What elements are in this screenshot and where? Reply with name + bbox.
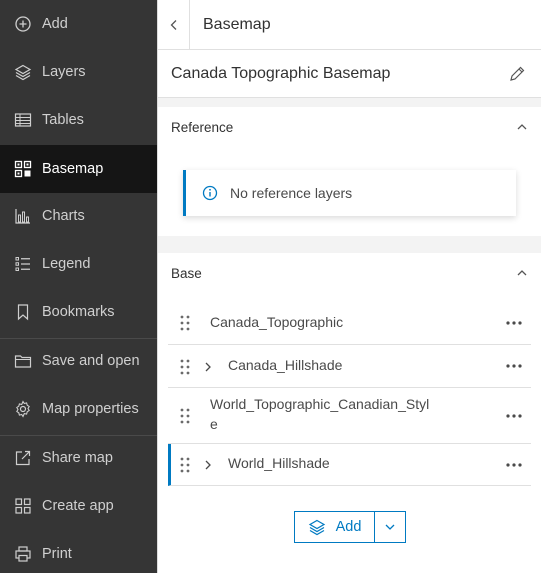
sidebar-item-label: Create app [42,498,114,514]
drag-handle-icon[interactable] [179,315,191,331]
add-layer-split-button: Add [294,511,406,543]
layers-icon [308,519,325,536]
reference-section: Reference No reference layers [158,107,541,236]
basemap-name-row: Canada Topographic Basemap [158,50,541,98]
basemap-name: Canada Topographic Basemap [171,64,391,82]
sidebar-item-label: Save and open [42,353,140,369]
info-icon [202,185,218,201]
sidebar-item-map-properties[interactable]: Map properties [0,389,157,429]
folder-icon [14,352,32,370]
sidebar-item-label: Map properties [42,401,139,417]
chevron-right-icon[interactable] [203,459,213,471]
panel-title: Basemap [203,15,271,33]
layers-icon [14,63,32,81]
more-options-icon[interactable] [505,320,523,326]
sidebar-item-bookmarks[interactable]: Bookmarks [0,292,157,332]
pencil-icon[interactable] [508,65,526,83]
sidebar-item-label: Layers [42,64,86,80]
add-button-label: Add [335,519,362,535]
add-layer-button[interactable]: Add [295,512,375,542]
add-options-dropdown[interactable] [375,512,405,542]
sidebar-item-charts[interactable]: Charts [0,196,157,236]
layer-item-canada-hillshade[interactable]: Canada_Hillshade [168,345,531,388]
layer-item-world-topographic-canadian-style[interactable]: World_Topographic_Canadian_Styl e [168,388,531,444]
chevron-right-icon[interactable] [203,361,213,373]
basemap-icon [14,160,32,178]
more-options-icon[interactable] [505,462,523,468]
sidebar-item-add[interactable]: Add [0,4,157,44]
back-button[interactable] [158,0,190,50]
section-title: Reference [171,119,234,135]
layer-name: Canada_Topographic [210,314,344,330]
sidebar-item-tables[interactable]: Tables [0,100,157,140]
more-options-icon[interactable] [505,363,523,369]
panel-header: Basemap [158,0,541,50]
sidebar-item-layers[interactable]: Layers [0,52,157,92]
basemap-panel: Basemap Canada Topographic Basemap Refer… [157,0,541,573]
empty-reference-notice: No reference layers [183,170,516,216]
layer-name: World_Topographic_Canadian_Styl [210,396,430,412]
sidebar-item-share-map[interactable]: Share map [0,438,157,478]
sidebar-item-create-app[interactable]: Create app [0,486,157,526]
layer-name-wrap: e [210,416,218,432]
chevron-left-icon [170,19,176,30]
layer-name: Canada_Hillshade [228,357,343,373]
table-icon [14,111,32,129]
sidebar-item-label: Share map [42,450,113,466]
more-options-icon[interactable] [505,413,523,419]
chevron-up-icon [517,270,527,276]
sidebar-item-basemap[interactable]: Basemap [0,145,157,193]
sidebar-item-label: Legend [42,256,91,272]
base-section-header[interactable]: Base [158,253,541,293]
sidebar-item-label: Add [42,16,68,32]
left-sidebar: Add Layers Tables Basemap Charts Legend [0,0,157,573]
chevron-down-icon [385,524,395,530]
drag-handle-icon[interactable] [179,408,191,424]
sidebar-item-label: Bookmarks [42,304,115,320]
section-title: Base [171,265,202,281]
sidebar-item-label: Tables [42,112,84,128]
apps-grid-icon [14,497,32,515]
sidebar-item-label: Basemap [42,161,104,177]
drag-handle-icon[interactable] [179,359,191,375]
legend-icon [14,255,32,273]
sidebar-divider [0,435,157,436]
notice-message: No reference layers [230,185,353,201]
layer-item-canada-topographic[interactable]: Canada_Topographic [168,300,531,345]
bar-chart-icon [14,207,32,225]
sidebar-divider [0,338,157,339]
printer-icon [14,545,32,563]
sidebar-item-save-and-open[interactable]: Save and open [0,341,157,381]
layer-item-world-hillshade[interactable]: World_Hillshade [168,444,531,486]
chevron-up-icon [517,124,527,130]
sidebar-item-print[interactable]: Print [0,534,157,573]
sidebar-item-label: Print [42,546,72,562]
plus-circle-icon [14,15,32,33]
sidebar-item-legend[interactable]: Legend [0,244,157,284]
layer-name: World_Hillshade [228,455,330,471]
drag-handle-icon[interactable] [179,457,191,473]
sidebar-item-label: Charts [42,208,85,224]
bookmark-icon [14,303,32,321]
reference-section-header[interactable]: Reference [158,107,541,147]
gear-icon [14,400,32,418]
share-icon [14,449,32,467]
